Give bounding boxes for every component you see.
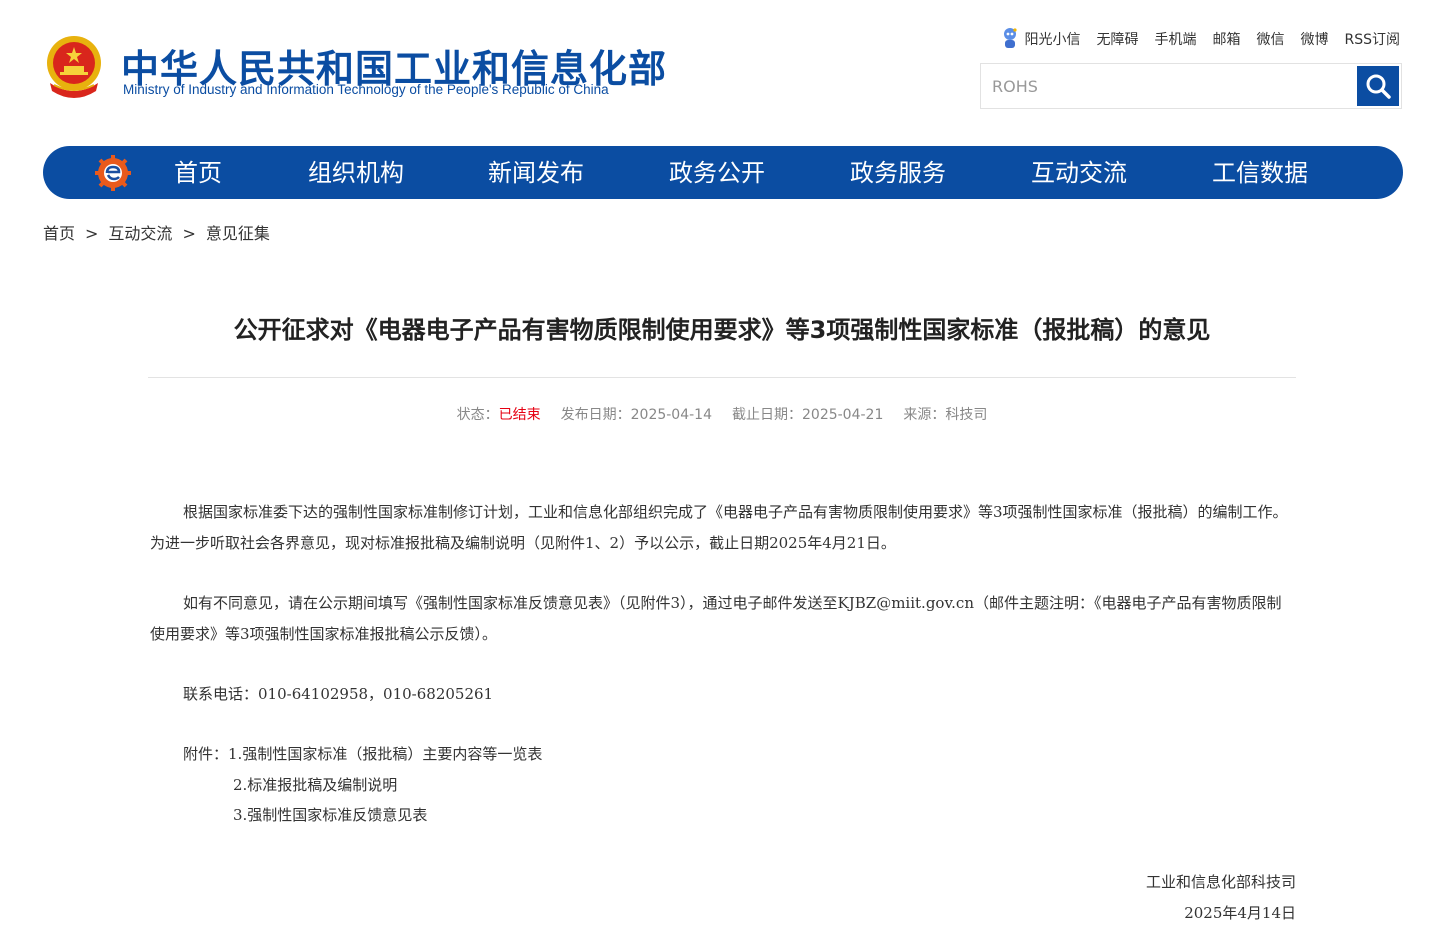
search-button[interactable] (1357, 66, 1399, 106)
article-meta: 状态：已结束 发布日期：2025-04-14 截止日期：2025-04-21 来源：科… (148, 404, 1296, 424)
paragraph-contact: 联系电话：010-64102958，010-68205261 (183, 685, 494, 703)
breadcrumb-feedback[interactable]: 意见征集 (206, 224, 270, 243)
title-divider (148, 377, 1296, 378)
miit-logo-icon[interactable] (95, 155, 131, 191)
nav-item-interaction[interactable]: 互动交流 (1031, 146, 1127, 199)
paragraph-intro: 根据国家标准委下达的强制性国家标准制修订计划，工业和信息化部组织完成了《电器电子… (150, 503, 1288, 552)
search-input[interactable] (981, 64, 1357, 108)
nav-item-news[interactable]: 新闻发布 (488, 146, 584, 199)
site-title-en[interactable]: Ministry of Industry and Information Tec… (123, 82, 609, 97)
link-weibo[interactable]: 微博 (1300, 29, 1328, 49)
search-box (980, 63, 1402, 109)
signature: 工业和信息化部科技司 2025年4月14日 (1146, 867, 1296, 929)
article-body: 根据国家标准委下达的强制性国家标准制修订计划，工业和信息化部组织完成了《电器电子… (150, 497, 1296, 831)
breadcrumb-interaction[interactable]: 互动交流 (108, 224, 172, 243)
attachment-link[interactable]: 2.标准报批稿及编制说明 (183, 770, 1296, 801)
breadcrumb-separator: > (85, 224, 99, 243)
link-sunshine-xiaoxin[interactable]: 阳光小信 (1024, 29, 1080, 49)
breadcrumb-home[interactable]: 首页 (43, 224, 75, 243)
article-source: 来源：科技司 (903, 407, 988, 423)
link-wechat[interactable]: 微信 (1256, 29, 1284, 49)
robot-assistant-icon[interactable] (999, 27, 1021, 51)
breadcrumb-separator: > (182, 224, 196, 243)
status-badge: 已结束 (498, 407, 541, 423)
nav-item-data[interactable]: 工信数据 (1212, 146, 1308, 199)
breadcrumb: 首页 > 互动交流 > 意见征集 (43, 220, 270, 244)
status-label: 状态： (456, 407, 499, 423)
link-mobile[interactable]: 手机端 (1154, 29, 1196, 49)
search-icon (1366, 74, 1391, 99)
national-emblem-icon[interactable] (42, 33, 106, 103)
attachment-link[interactable]: 3.强制性国家标准反馈意见表 (183, 800, 1296, 831)
link-accessibility[interactable]: 无障碍 (1096, 29, 1138, 49)
nav-item-gov-services[interactable]: 政务服务 (850, 146, 946, 199)
link-rss[interactable]: RSS订阅 (1344, 29, 1400, 49)
attachments-label: 附件： (183, 745, 229, 763)
attachments: 附件：1.强制性国家标准（报批稿）主要内容等一览表 2.标准报批稿及编制说明 3… (150, 739, 1296, 831)
signature-org: 工业和信息化部科技司 (1145, 873, 1296, 891)
publish-date: 发布日期：2025-04-14 (560, 407, 712, 423)
signature-date: 2025年4月14日 (1184, 904, 1296, 922)
main-nav: 首页 组织机构 新闻发布 政务公开 政务服务 互动交流 工信数据 (43, 146, 1403, 199)
top-links: 阳光小信 无障碍 手机端 邮箱 微信 微博 RSS订阅 (999, 27, 1400, 51)
link-mailbox[interactable]: 邮箱 (1212, 29, 1240, 49)
nav-item-gov-affairs[interactable]: 政务公开 (669, 146, 765, 199)
article-title: 公开征求对《电器电子产品有害物质限制使用要求》等3项强制性国家标准（报批稿）的意… (233, 316, 1211, 344)
site-header: 中华人民共和国工业和信息化部 Ministry of Industry and … (0, 0, 1432, 140)
nav-item-organization[interactable]: 组织机构 (308, 146, 404, 199)
deadline-date: 截止日期：2025-04-21 (732, 407, 884, 423)
paragraph-feedback: 如有不同意见，请在公示期间填写《强制性国家标准反馈意见表》（见附件3），通过电子… (150, 594, 1282, 643)
nav-item-home[interactable]: 首页 (174, 146, 222, 199)
attachment-link[interactable]: 1.强制性国家标准（报批稿）主要内容等一览表 (228, 745, 542, 763)
